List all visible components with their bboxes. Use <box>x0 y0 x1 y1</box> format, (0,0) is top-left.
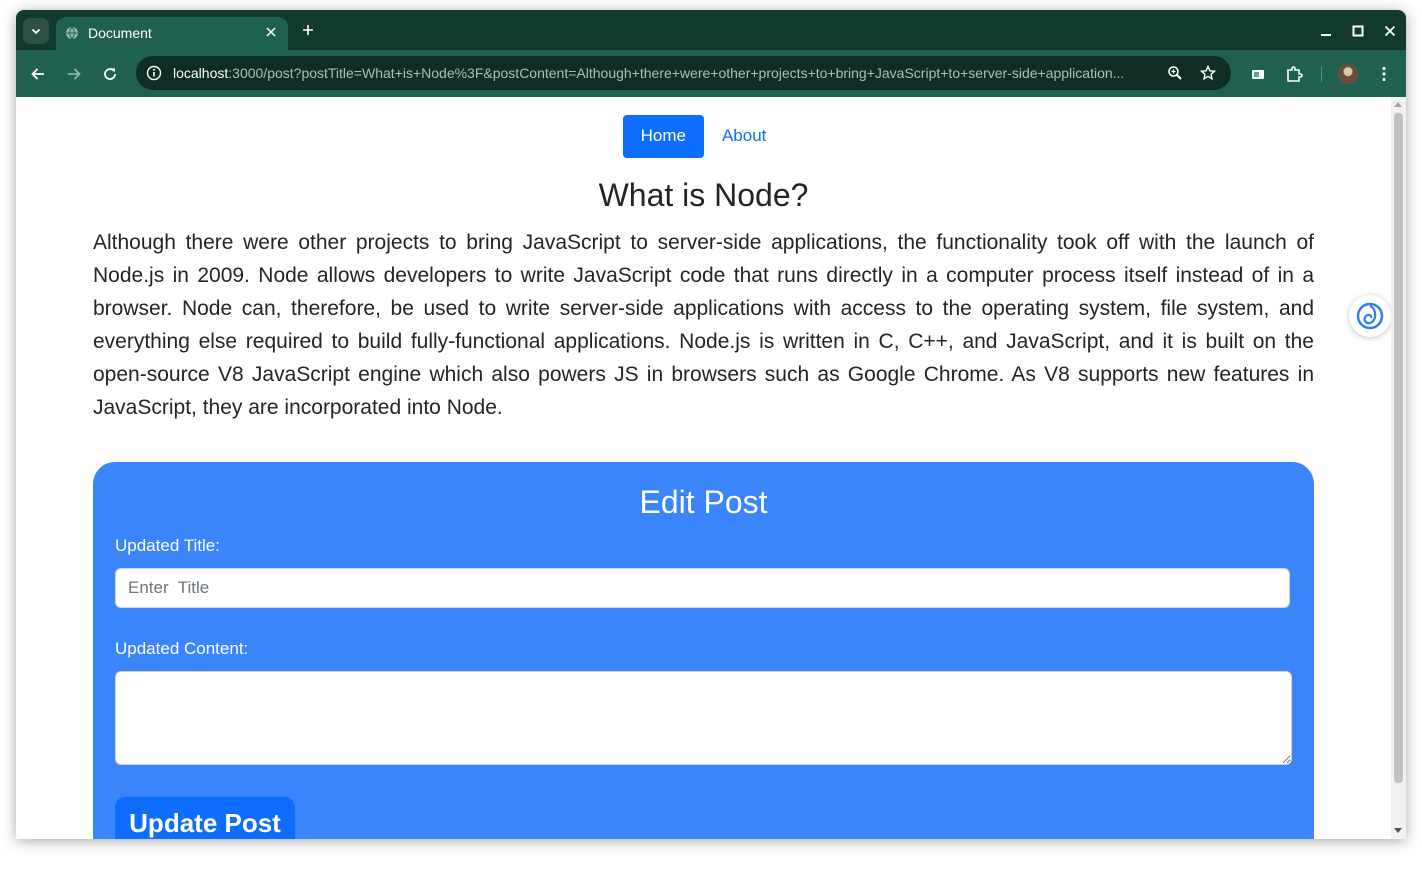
forward-button[interactable] <box>62 62 86 86</box>
extension-button[interactable] <box>1246 62 1270 86</box>
globe-icon <box>66 26 78 40</box>
browser-window: Document localhost:3000/post?postTitle=W… <box>16 10 1406 839</box>
chevron-down-icon <box>31 28 41 35</box>
plus-icon <box>303 25 313 35</box>
scroll-down-arrow[interactable] <box>1394 828 1402 833</box>
tab-search-button[interactable] <box>23 18 49 44</box>
tab-document[interactable]: Document <box>56 17 288 50</box>
url-text[interactable]: localhost:3000/post?postTitle=What+is+No… <box>173 65 1126 81</box>
update-post-button[interactable]: Update Post <box>115 797 295 839</box>
site-nav: Home About <box>16 115 1391 159</box>
minimize-icon <box>1321 34 1331 36</box>
browser-toolbar: localhost:3000/post?postTitle=What+is+No… <box>16 50 1406 97</box>
post-content: Although there were other projects to br… <box>93 231 1314 419</box>
updated-content-textarea[interactable] <box>115 671 1292 765</box>
updated-title-input[interactable] <box>115 568 1290 608</box>
zoom-icon <box>1168 66 1182 80</box>
puzzle-icon <box>1287 66 1303 82</box>
assistant-extension-button[interactable] <box>1349 295 1391 337</box>
toolbar-divider <box>1321 66 1322 82</box>
reload-icon <box>104 68 116 80</box>
maximize-button[interactable] <box>1349 22 1367 40</box>
edit-post-form: Edit Post Updated Title: Updated Content… <box>93 462 1314 839</box>
back-button[interactable] <box>26 62 50 86</box>
updated-title-label: Updated Title: <box>115 536 220 555</box>
forward-icon <box>68 68 81 80</box>
assistant-extension-icon <box>1356 302 1384 330</box>
url-host: localhost <box>173 65 229 81</box>
url-path: :3000/post?postTitle=What+is+Node%3F&pos… <box>228 65 1125 81</box>
updated-content-label: Updated Content: <box>115 639 249 658</box>
tab-close-button[interactable] <box>262 23 280 41</box>
page-viewport: Home About What is Node? Although there … <box>16 97 1391 839</box>
info-icon[interactable] <box>146 65 162 81</box>
close-icon <box>1384 25 1396 37</box>
scroll-up-arrow[interactable] <box>1394 102 1402 107</box>
scroll-thumb[interactable] <box>1394 113 1403 783</box>
reload-button[interactable] <box>98 62 122 86</box>
page-scrollbar[interactable] <box>1391 97 1406 839</box>
extensions-menu-button[interactable] <box>1282 62 1306 86</box>
address-bar[interactable]: localhost:3000/post?postTitle=What+is+No… <box>136 56 1231 90</box>
back-icon <box>31 68 44 80</box>
zoom-button[interactable] <box>1166 64 1184 82</box>
edit-post-heading: Edit Post <box>639 484 768 520</box>
close-icon <box>266 27 276 37</box>
new-tab-button[interactable] <box>298 20 318 40</box>
nav-home-link[interactable]: Home <box>622 115 704 158</box>
bookmark-button[interactable] <box>1199 64 1217 82</box>
tab-title: Document <box>88 25 152 41</box>
browser-menu-button[interactable] <box>1372 62 1396 86</box>
menu-icon <box>1382 66 1386 82</box>
extension-icon <box>1252 70 1264 79</box>
minimize-button[interactable] <box>1317 22 1335 40</box>
post-title: What is Node? <box>598 177 809 213</box>
tab-strip: Document <box>16 10 1406 50</box>
close-window-button[interactable] <box>1381 22 1399 40</box>
star-icon <box>1200 65 1216 81</box>
maximize-icon <box>1352 25 1364 37</box>
nav-about-link[interactable]: About <box>704 115 784 158</box>
profile-avatar[interactable] <box>1338 64 1358 84</box>
